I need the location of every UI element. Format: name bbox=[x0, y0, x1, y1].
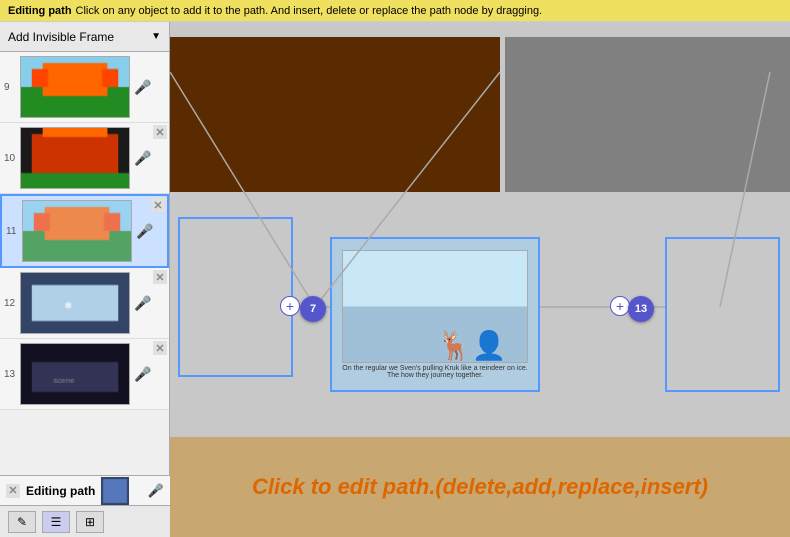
camera-icon: 🎤 bbox=[134, 295, 151, 312]
slide-icons: 🎤 bbox=[134, 366, 151, 383]
list-view-button[interactable]: ☰ bbox=[42, 511, 70, 533]
slide-list: 9 🎤 10 ✕ 🎤 11 ✕ 🎤 12 ✕ bbox=[0, 52, 169, 537]
top-slide-left bbox=[170, 37, 500, 192]
slide-item[interactable]: 10 ✕ 🎤 bbox=[0, 123, 169, 194]
camera-icon: 🎤 bbox=[134, 150, 151, 167]
right-frame-box[interactable]: These children and I fell down a hill ho… bbox=[665, 237, 780, 392]
grid-view-button[interactable]: ⊞ bbox=[76, 511, 104, 533]
camera-icon: 🎤 bbox=[134, 366, 151, 383]
slide-number: 13 bbox=[4, 369, 15, 380]
slide-item[interactable]: 9 🎤 bbox=[0, 52, 169, 123]
plus-node-2[interactable]: + bbox=[610, 296, 630, 316]
path-node-13[interactable]: 13 bbox=[628, 296, 654, 322]
canvas-content: 🦌👤 On the regular we Sven's pulling Kruk… bbox=[170, 22, 790, 537]
camera-icon-editing: 🎤 bbox=[148, 483, 164, 499]
slide-thumbnail bbox=[20, 343, 130, 405]
left-panel: Add Invisible Frame ▼ 9 🎤 10 ✕ 🎤 11 ✕ bbox=[0, 22, 170, 537]
slide-item-active[interactable]: 11 ✕ 🎤 bbox=[0, 194, 169, 268]
slide-close-button[interactable]: ✕ bbox=[153, 125, 167, 139]
slide-thumbnail bbox=[20, 127, 130, 189]
top-instruction: Click on any object to add it to the pat… bbox=[76, 5, 543, 17]
top-slide-right bbox=[505, 37, 790, 192]
add-invisible-frame-label: Add Invisible Frame bbox=[8, 30, 114, 44]
left-frame-box[interactable] bbox=[178, 217, 293, 377]
slide-thumbnail bbox=[20, 272, 130, 334]
dropdown-arrow-icon[interactable]: ▼ bbox=[151, 31, 161, 42]
editing-path-text: Editing path bbox=[26, 484, 95, 498]
slide-icons: 🎤 bbox=[134, 295, 151, 312]
slide-item[interactable]: 12 ✕ 🎤 bbox=[0, 268, 169, 339]
add-invisible-frame-button[interactable]: Add Invisible Frame ▼ bbox=[0, 22, 169, 52]
slide-thumbnail bbox=[22, 200, 132, 262]
camera-icon: 🎤 bbox=[136, 223, 153, 240]
bottom-edit-text: Click to edit path.(delete,add,replace,i… bbox=[252, 474, 708, 500]
slide-item[interactable]: 13 ✕ 🎤 bbox=[0, 339, 169, 410]
editing-path-close-button[interactable]: ✕ bbox=[6, 484, 20, 498]
slide-number: 9 bbox=[4, 82, 10, 93]
slide-number: 12 bbox=[4, 298, 15, 309]
bottom-toolbar: ✎ ☰ ⊞ bbox=[0, 505, 170, 537]
slide-close-button[interactable]: ✕ bbox=[153, 270, 167, 284]
edit-slide-button[interactable]: ✎ bbox=[8, 511, 36, 533]
path-node-7[interactable]: 7 bbox=[300, 296, 326, 322]
slide-number: 11 bbox=[6, 226, 16, 237]
plus-node-1[interactable]: + bbox=[280, 296, 300, 316]
camera-icon: 🎤 bbox=[134, 79, 151, 96]
top-bar: Editing path Click on any object to add … bbox=[0, 0, 790, 22]
center-frame-box[interactable]: 🦌👤 On the regular we Sven's pulling Kruk… bbox=[330, 237, 540, 392]
slide-icons: 🎤 bbox=[134, 79, 151, 96]
slide-icons: 🎤 bbox=[134, 150, 151, 167]
editing-path-label: ✕ Editing path 🎤 bbox=[0, 475, 170, 505]
slide-number: 10 bbox=[4, 153, 15, 164]
slide-close-button[interactable]: ✕ bbox=[153, 341, 167, 355]
main-area: 🦌👤 On the regular we Sven's pulling Kruk… bbox=[170, 22, 790, 537]
slide-close-button[interactable]: ✕ bbox=[151, 198, 165, 212]
editing-path-thumbnail bbox=[101, 477, 129, 505]
slide-thumbnail bbox=[20, 56, 130, 118]
slide-icons: 🎤 bbox=[136, 223, 153, 240]
editing-path-tag: Editing path bbox=[8, 5, 72, 17]
bottom-area: Click to edit path.(delete,add,replace,i… bbox=[170, 437, 790, 537]
